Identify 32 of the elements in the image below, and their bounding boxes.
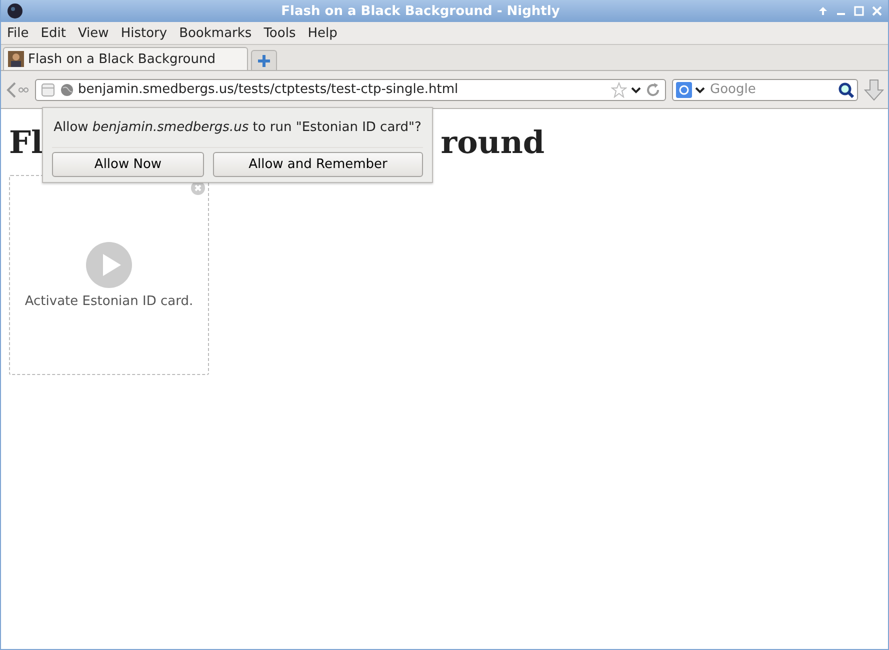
play-icon[interactable]: [86, 242, 132, 288]
popup-button[interactable]: Allow and Remember: [213, 152, 423, 177]
plugin-icon[interactable]: [40, 82, 56, 98]
browser-tab[interactable]: Flash on a Black Background: [3, 47, 248, 70]
dropdown-caret-icon[interactable]: [695, 86, 705, 94]
favicon-icon: [8, 51, 24, 67]
arrow-up-icon[interactable]: [818, 6, 828, 16]
back-arrow-icon[interactable]: [5, 80, 29, 100]
plugin-label: Activate Estonian ID card.: [24, 294, 194, 308]
dropdown-caret-icon[interactable]: [631, 86, 641, 94]
app-logo-icon: [7, 3, 23, 19]
search-icon[interactable]: [838, 82, 854, 98]
page-heading: round: [440, 125, 545, 161]
menu-item[interactable]: View: [72, 26, 115, 40]
menu-item[interactable]: Help: [302, 26, 344, 40]
menu-item[interactable]: Tools: [258, 26, 302, 40]
popup-message: Allow benjamin.smedbergs.us to run "Estonian ID card"?: [52, 120, 422, 135]
menu-item[interactable]: Bookmarks: [173, 26, 258, 40]
download-arrow-icon[interactable]: [864, 78, 884, 100]
popup-button[interactable]: Allow Now: [52, 152, 204, 177]
new-tab-button[interactable]: [251, 50, 277, 70]
menu-item[interactable]: File: [1, 26, 35, 40]
page-heading: Fl: [9, 125, 43, 161]
menu-item[interactable]: Edit: [34, 26, 72, 40]
window-title: Flash on a Black Background - Nightly: [280, 4, 561, 18]
menu-item[interactable]: History: [114, 26, 174, 40]
close-icon[interactable]: [872, 6, 882, 16]
maximize-icon[interactable]: [854, 6, 864, 16]
plus-icon: [257, 54, 271, 68]
address-field[interactable]: benjamin.smedbergs.us/tests/ctptests/test-ctp-single.html: [35, 78, 666, 100]
search-box[interactable]: Google: [672, 78, 858, 100]
star-icon[interactable]: [611, 82, 627, 98]
